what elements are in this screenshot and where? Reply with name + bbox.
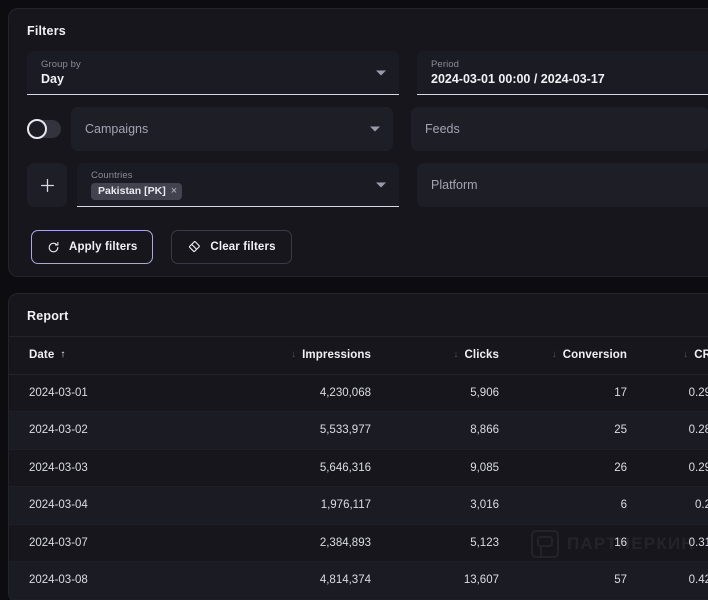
cell-conversion: 57 (517, 561, 645, 600)
cell-conversion: 17 (517, 374, 645, 412)
table-row[interactable]: 2024-03-072,384,8935,123160.31 (9, 524, 708, 562)
filters-row-1: Group by Day Period 2024-03-01 00:00 / 2… (27, 51, 708, 95)
platform-placeholder: Platform (431, 178, 478, 192)
chevron-down-icon (376, 182, 386, 187)
filters-row-3: Countries Pakistan [PK] × Platform (27, 163, 708, 207)
close-icon[interactable]: × (171, 185, 177, 198)
column-header-cr[interactable]: ↓ CR (645, 336, 708, 375)
report-table-head: Date ↑ ↓ Impressions ↓ Clicks ↓ Conversi… (9, 336, 708, 375)
country-chip[interactable]: Pakistan [PK] × (91, 182, 183, 200)
countries-label: Countries (91, 169, 133, 181)
clear-filters-label: Clear filters (210, 241, 276, 253)
eraser-icon (189, 241, 201, 252)
countries-select[interactable]: Countries Pakistan [PK] × (77, 163, 399, 207)
cell-impressions: 2,384,893 (237, 524, 389, 562)
campaigns-group: Campaigns (27, 107, 393, 151)
refresh-icon (48, 241, 59, 252)
cell-conversion: 26 (517, 449, 645, 487)
column-label-date: Date (29, 349, 55, 362)
table-row[interactable]: 2024-03-025,533,9778,866250.28 (9, 411, 708, 450)
table-header-row: Date ↑ ↓ Impressions ↓ Clicks ↓ Conversi… (9, 336, 708, 375)
cell-conversion: 25 (517, 411, 645, 450)
column-header-date[interactable]: Date ↑ (9, 336, 237, 375)
cell-impressions: 4,814,374 (237, 561, 389, 600)
sort-desc-icon: ↓ (291, 349, 297, 361)
cell-clicks: 5,123 (389, 524, 517, 562)
cell-clicks: 8,866 (389, 411, 517, 450)
column-label-cr: CR (694, 349, 708, 362)
cell-impressions: 5,533,977 (237, 411, 389, 450)
campaigns-placeholder: Campaigns (85, 122, 149, 136)
column-header-impressions[interactable]: ↓ Impressions (237, 336, 389, 375)
report-card: Report Date ↑ ↓ Impressions ↓ Clicks ↓ C… (8, 293, 708, 600)
apply-filters-label: Apply filters (69, 241, 138, 253)
filters-row-2: Campaigns Feeds (27, 107, 708, 151)
filters-grid: Group by Day Period 2024-03-01 00:00 / 2… (9, 38, 708, 207)
cell-clicks: 3,016 (389, 486, 517, 525)
group-by-label: Group by (41, 58, 81, 70)
toggle-knob (27, 119, 47, 139)
cell-cr: 0.28 (645, 411, 708, 450)
feeds-select[interactable]: Feeds (411, 107, 708, 151)
group-by-value: Day (41, 71, 64, 86)
column-label-clicks: Clicks (464, 349, 499, 362)
cell-date: 2024-03-03 (9, 449, 237, 487)
cell-impressions: 1,976,117 (237, 486, 389, 525)
cell-impressions: 5,646,316 (237, 449, 389, 487)
report-page: Filters Group by Day Period 2024-03-01 0… (0, 0, 708, 600)
filters-actions: Apply filters Clear filters (9, 219, 708, 264)
column-label-impressions: Impressions (302, 349, 371, 362)
table-row[interactable]: 2024-03-084,814,37413,607570.42 (9, 561, 708, 600)
cell-clicks: 9,085 (389, 449, 517, 487)
column-header-conversion[interactable]: ↓ Conversion (517, 336, 645, 375)
cell-date: 2024-03-08 (9, 561, 237, 600)
cell-date: 2024-03-07 (9, 524, 237, 562)
chevron-down-icon (376, 70, 386, 75)
cell-clicks: 5,906 (389, 374, 517, 412)
plus-icon (40, 178, 54, 192)
cell-cr: 0.31 (645, 524, 708, 562)
add-filter-button[interactable] (27, 163, 67, 207)
period-field[interactable]: Period 2024-03-01 00:00 / 2024-03-17 (417, 51, 708, 95)
sort-desc-icon: ↓ (683, 349, 689, 361)
period-value: 2024-03-01 00:00 / 2024-03-17 (431, 71, 605, 86)
cell-cr: 0.2 (645, 486, 708, 525)
cell-date: 2024-03-02 (9, 411, 237, 450)
filters-card: Filters Group by Day Period 2024-03-01 0… (8, 8, 708, 277)
sort-desc-icon: ↓ (551, 349, 557, 361)
feeds-placeholder: Feeds (425, 122, 460, 136)
clear-filters-button[interactable]: Clear filters (171, 230, 292, 264)
sort-desc-icon: ↓ (453, 349, 459, 361)
cell-cr: 0.29 (645, 449, 708, 487)
cell-conversion: 6 (517, 486, 645, 525)
sort-asc-icon: ↑ (60, 349, 66, 361)
campaigns-select[interactable]: Campaigns (71, 107, 393, 151)
cell-conversion: 16 (517, 524, 645, 562)
chevron-down-icon (370, 126, 380, 132)
table-row[interactable]: 2024-03-041,976,1173,01660.2 (9, 486, 708, 525)
campaigns-toggle[interactable] (27, 119, 61, 139)
group-by-select[interactable]: Group by Day (27, 51, 399, 95)
cell-cr: 0.29 (645, 374, 708, 412)
filters-title: Filters (27, 24, 66, 38)
cell-impressions: 4,230,068 (237, 374, 389, 412)
cell-date: 2024-03-01 (9, 374, 237, 412)
column-header-clicks[interactable]: ↓ Clicks (389, 336, 517, 375)
report-table-body: 2024-03-014,230,0685,906170.292024-03-02… (9, 374, 708, 600)
cell-cr: 0.42 (645, 561, 708, 600)
period-label: Period (431, 58, 460, 70)
report-table: Date ↑ ↓ Impressions ↓ Clicks ↓ Conversi… (9, 336, 708, 600)
report-title: Report (27, 309, 69, 323)
cell-clicks: 13,607 (389, 561, 517, 600)
table-row[interactable]: 2024-03-014,230,0685,906170.29 (9, 374, 708, 412)
apply-filters-button[interactable]: Apply filters (31, 230, 154, 264)
platform-select[interactable]: Platform (417, 163, 708, 207)
table-row[interactable]: 2024-03-035,646,3169,085260.29 (9, 449, 708, 487)
country-chip-label: Pakistan [PK] (98, 184, 166, 197)
countries-group: Countries Pakistan [PK] × (27, 163, 399, 207)
cell-date: 2024-03-04 (9, 486, 237, 525)
column-label-conversion: Conversion (562, 349, 627, 362)
